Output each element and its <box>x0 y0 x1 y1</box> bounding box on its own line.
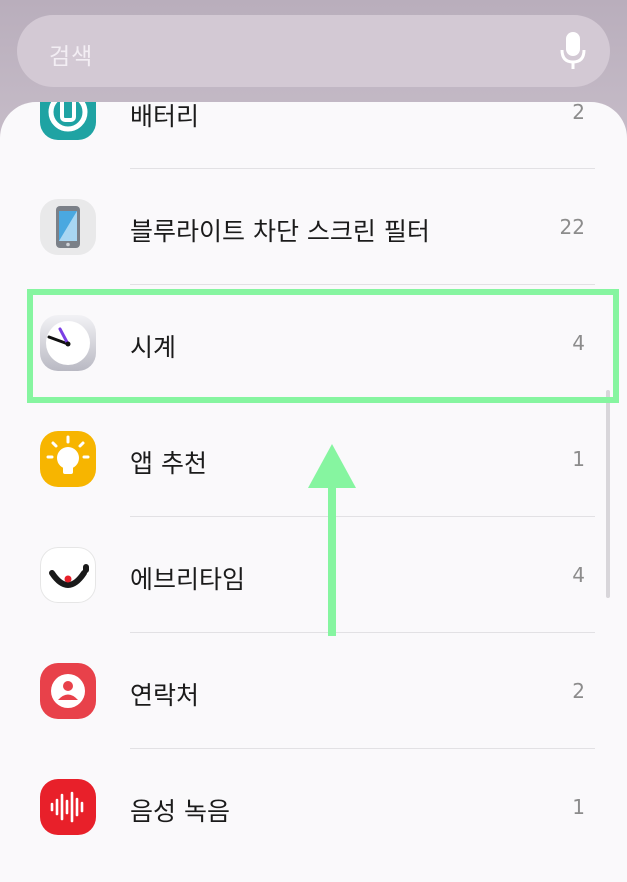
scrollbar[interactable] <box>606 390 610 598</box>
battery-icon <box>40 102 96 140</box>
list-item-contacts[interactable]: 연락처 2 <box>0 633 627 749</box>
list-item-count: 1 <box>572 795 585 819</box>
list-item-label: 배터리 <box>130 102 200 131</box>
arrow-up-icon <box>308 444 356 636</box>
list-item-label: 연락처 <box>130 681 200 710</box>
search-placeholder: 검색 <box>49 44 94 70</box>
list-item-battery[interactable]: 배터리 2 <box>0 102 627 170</box>
list-item-count: 4 <box>572 563 585 587</box>
list-item-count: 1 <box>572 447 585 471</box>
list-item-label: 음성 녹음 <box>130 797 230 826</box>
everytime-icon <box>40 547 96 603</box>
phone-screen-icon <box>40 199 96 255</box>
lightbulb-icon <box>40 431 96 487</box>
contact-icon <box>40 663 96 719</box>
list-item-label: 앱 추천 <box>130 449 207 478</box>
voice-recorder-icon <box>40 779 96 835</box>
list-item-voice-recorder[interactable]: 음성 녹음 1 <box>0 749 627 865</box>
list-item-label: 에브리타임 <box>130 565 246 594</box>
list-item-count: 2 <box>572 102 585 124</box>
list-item-blue-light-filter[interactable]: 블루라이트 차단 스크린 필터 22 <box>0 169 627 285</box>
search-bar[interactable]: 검색 <box>17 15 610 87</box>
list-item-label: 블루라이트 차단 스크린 필터 <box>130 217 430 246</box>
microphone-icon[interactable] <box>560 32 586 70</box>
highlight-box <box>27 289 619 403</box>
list-item-count: 22 <box>559 215 585 239</box>
list-item-count: 2 <box>572 679 585 703</box>
